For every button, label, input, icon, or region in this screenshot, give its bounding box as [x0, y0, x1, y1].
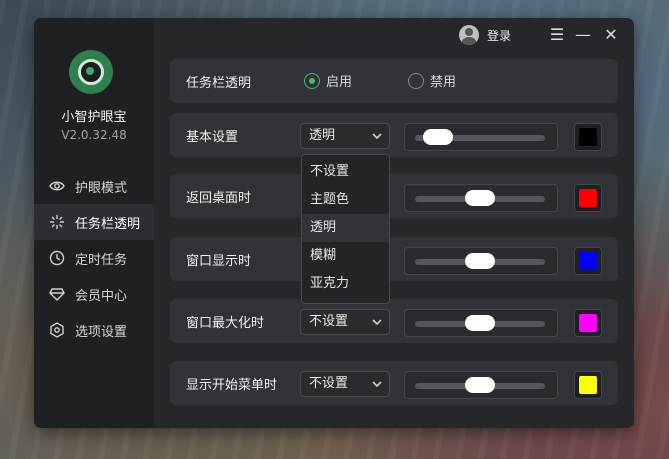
chevron-down-icon	[371, 124, 383, 148]
hexagon-settings-icon	[49, 322, 65, 338]
sidebar-item-label: 护眼模式	[75, 180, 128, 196]
transparency-slider[interactable]	[404, 371, 558, 399]
sidebar-item-options[interactable]: 选项设置	[34, 312, 154, 348]
dropdown-option[interactable]: 亚克力	[302, 270, 389, 298]
disable-radio-label: 禁用	[430, 75, 457, 90]
dropdown-option[interactable]: 不设置	[302, 158, 389, 186]
sidebar-item-member-center[interactable]: 会员中心	[34, 276, 154, 312]
color-picker-button[interactable]	[574, 247, 602, 275]
color-picker-button[interactable]	[574, 309, 602, 337]
slider-thumb[interactable]	[423, 129, 453, 145]
login-label: 登录	[487, 28, 512, 43]
menu-icon[interactable]: ☰	[548, 26, 566, 44]
mode-dropdown-menu: 不设置 主题色 透明 模糊 亚克力	[301, 154, 390, 304]
color-swatch	[579, 252, 597, 270]
row-label: 基本设置	[186, 130, 239, 145]
diamond-icon	[49, 286, 65, 302]
sidebar-item-label: 定时任务	[75, 252, 128, 268]
color-picker-button[interactable]	[574, 371, 602, 399]
setting-row-return-desktop: 返回桌面时	[170, 174, 618, 218]
row-label: 窗口显示时	[186, 254, 252, 269]
row-label: 任务栏透明	[186, 76, 252, 91]
slider-thumb[interactable]	[465, 377, 495, 393]
row-label: 显示开始菜单时	[186, 378, 278, 393]
mode-select[interactable]: 不设置	[300, 309, 390, 335]
mode-select-value: 透明	[309, 128, 336, 143]
radio-unchecked-icon	[408, 72, 424, 89]
sidebar-nav: 护眼模式 任务栏透明 定时任务 会员中心 选项设置	[34, 168, 154, 348]
color-swatch	[579, 376, 597, 394]
chevron-down-icon	[371, 310, 383, 334]
color-picker-button[interactable]	[574, 123, 602, 151]
clock-icon	[49, 250, 65, 266]
sidebar: 小智护眼宝 V2.0.32.48 护眼模式 任务栏透明 定时任务 会员中心 选项…	[34, 18, 154, 428]
titlebar: 登录 ☰ — ✕	[434, 18, 634, 54]
dropdown-option[interactable]: 主题色	[302, 186, 389, 214]
mode-select-value: 不设置	[309, 314, 349, 329]
disable-radio[interactable]: 禁用	[408, 71, 456, 90]
transparency-slider[interactable]	[404, 309, 558, 337]
sidebar-item-label: 任务栏透明	[75, 216, 141, 232]
enable-radio[interactable]: 启用	[304, 71, 352, 90]
row-label: 窗口最大化时	[186, 316, 265, 331]
color-swatch	[579, 189, 597, 207]
setting-row-window-maximized: 窗口最大化时 不设置	[170, 299, 618, 343]
slider-thumb[interactable]	[465, 253, 495, 269]
transparency-slider[interactable]	[404, 247, 558, 275]
chevron-down-icon	[371, 372, 383, 396]
sidebar-item-label: 会员中心	[75, 288, 128, 304]
slider-thumb[interactable]	[465, 190, 495, 206]
user-avatar-icon	[459, 25, 479, 45]
sidebar-item-label: 选项设置	[75, 324, 128, 340]
enable-radio-label: 启用	[326, 75, 353, 90]
app-version: V2.0.32.48	[61, 128, 127, 142]
sparkle-icon	[49, 214, 65, 230]
transparency-slider[interactable]	[404, 184, 558, 212]
login-button[interactable]: 登录	[459, 25, 511, 45]
dropdown-option[interactable]: 模糊	[302, 242, 389, 270]
minimize-icon[interactable]: —	[574, 26, 592, 44]
slider-thumb[interactable]	[465, 315, 495, 331]
sidebar-item-taskbar-transparent[interactable]: 任务栏透明	[34, 204, 154, 240]
setting-row-window-shown: 窗口显示时	[170, 237, 618, 281]
setting-row-start-menu: 显示开始菜单时 不设置	[170, 361, 618, 405]
mode-select[interactable]: 透明	[300, 123, 390, 149]
mode-select[interactable]: 不设置	[300, 371, 390, 397]
row-label: 返回桌面时	[186, 191, 252, 206]
eye-icon	[49, 178, 65, 194]
taskbar-transparent-toggle-row: 任务栏透明 启用 禁用	[170, 59, 618, 103]
color-swatch	[579, 128, 597, 146]
mode-select-value: 不设置	[309, 376, 349, 391]
sidebar-item-scheduled-tasks[interactable]: 定时任务	[34, 240, 154, 276]
app-logo	[69, 50, 113, 94]
setting-row-basic: 基本设置 透明	[170, 113, 618, 157]
app-window: 小智护眼宝 V2.0.32.48 护眼模式 任务栏透明 定时任务 会员中心 选项…	[34, 18, 634, 428]
close-icon[interactable]: ✕	[602, 26, 620, 44]
transparency-slider[interactable]	[404, 123, 558, 151]
color-swatch	[579, 314, 597, 332]
radio-checked-icon	[304, 72, 320, 89]
sidebar-item-eye-mode[interactable]: 护眼模式	[34, 168, 154, 204]
color-picker-button[interactable]	[574, 184, 602, 212]
app-name: 小智护眼宝	[61, 110, 127, 125]
dropdown-option-highlighted[interactable]: 透明	[302, 214, 389, 242]
